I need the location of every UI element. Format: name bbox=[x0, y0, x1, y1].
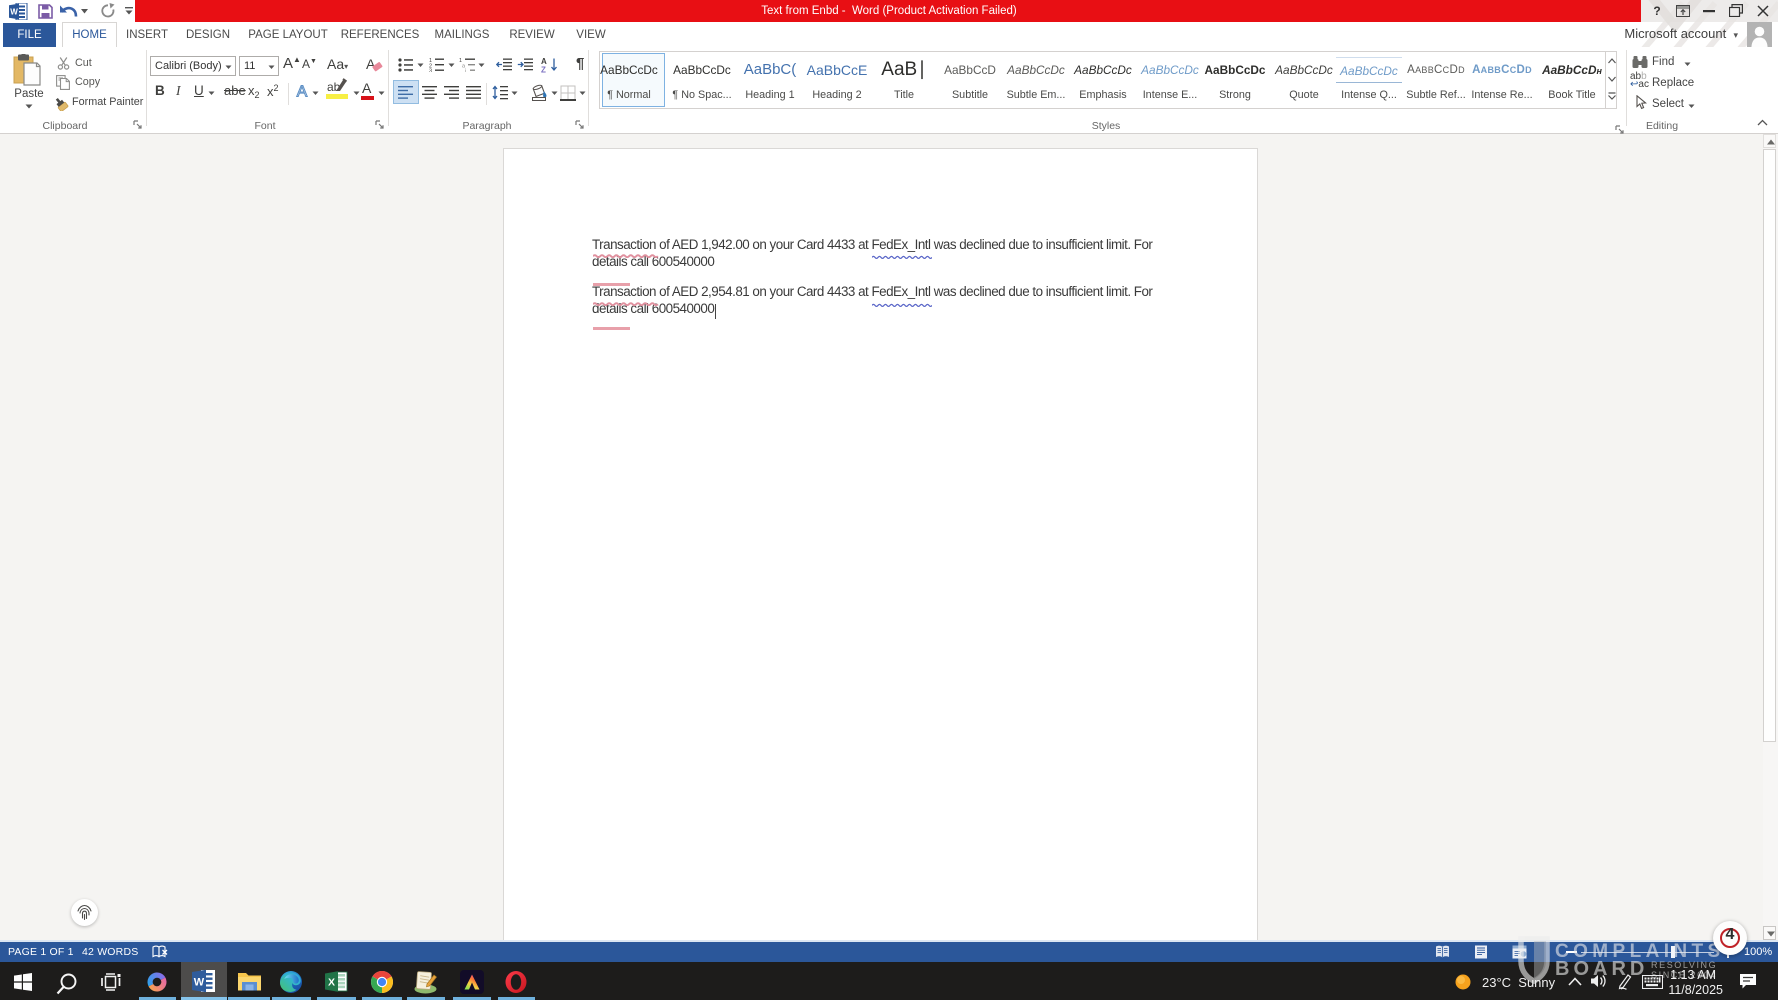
svg-text:3: 3 bbox=[429, 69, 432, 73]
svg-text:i: i bbox=[465, 69, 466, 73]
svg-text:Z: Z bbox=[541, 66, 546, 74]
svg-text:A: A bbox=[297, 84, 308, 101]
svg-text:X: X bbox=[328, 977, 335, 989]
svg-text:W: W bbox=[194, 977, 205, 989]
svg-text:W: W bbox=[10, 8, 18, 17]
